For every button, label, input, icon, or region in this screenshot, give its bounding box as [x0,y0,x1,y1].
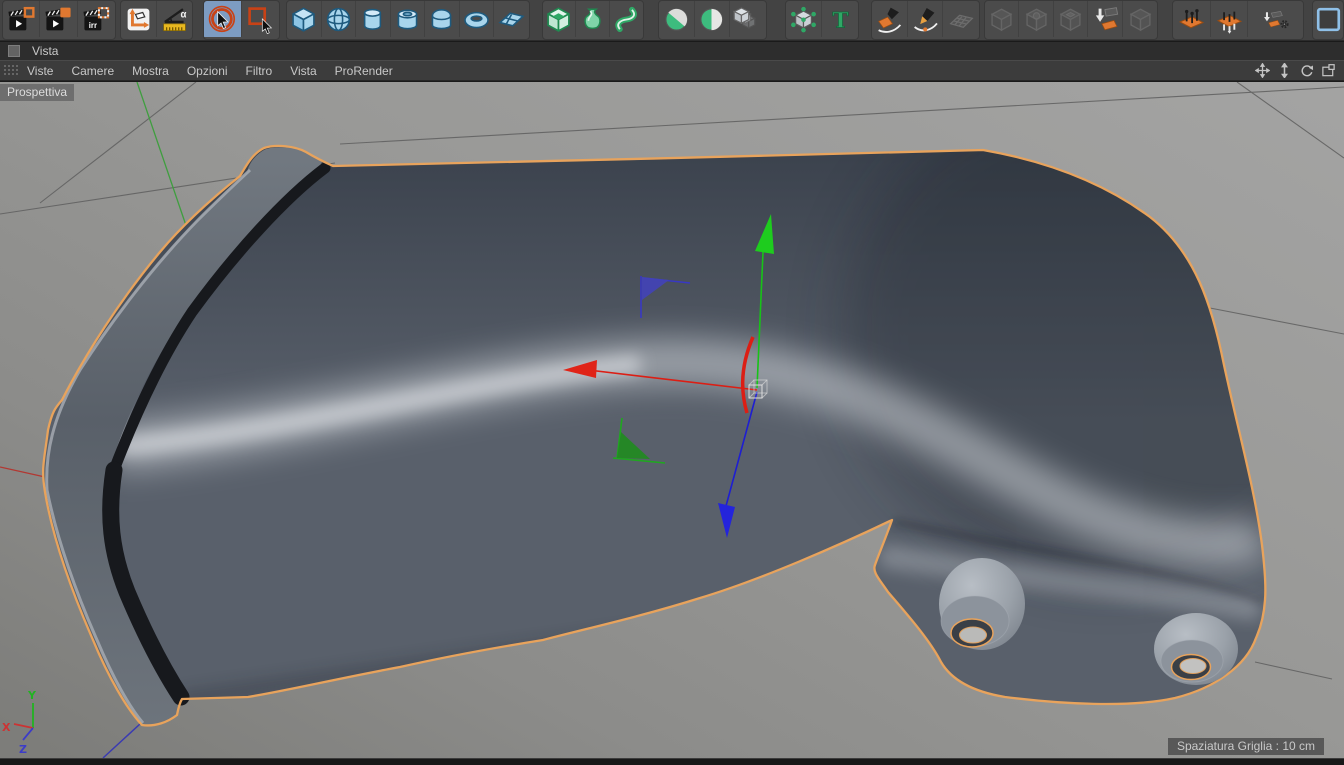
scatter-group [1172,0,1305,40]
camera-view-label[interactable]: Prospettiva [0,84,75,101]
drag-grip-icon[interactable] [3,64,19,77]
modeling-generator-group [658,0,767,40]
selection-group [203,0,281,40]
menu-prorender[interactable]: ProRender [335,64,393,78]
array-icon[interactable] [730,1,765,37]
rotate-icon[interactable] [1299,63,1314,78]
scatter-objects-icon[interactable] [1211,1,1249,37]
axis-z-label: Z [19,743,27,756]
generator-group [541,0,645,40]
oil-tank-primitive-icon[interactable] [425,1,460,37]
primitive-group [286,0,530,40]
rectangle-selection-icon[interactable] [242,1,279,37]
subdivision-surface-icon[interactable] [543,1,577,37]
axis-y-label: Y [27,689,37,702]
cube-primitive-icon[interactable] [287,1,322,37]
panel-title-label: Vista [32,44,59,58]
window-bottom-edge [0,758,1344,765]
volume-cube-icon[interactable] [1054,1,1089,37]
spline-grid-icon[interactable] [943,1,978,37]
workplane-icon[interactable] [121,1,157,37]
viewport-menubar: Viste Camere Mostra Opzioni Filtro Vista… [0,60,1344,81]
svg-text:T: T [832,8,848,33]
svg-text:α: α [181,9,187,20]
symmetry-icon[interactable] [695,1,731,37]
menu-viste[interactable]: Viste [27,64,53,78]
plane-primitive-icon[interactable] [494,1,528,37]
tube-primitive-icon[interactable] [391,1,426,37]
volume-builder-icon[interactable] [985,1,1020,37]
menu-mostra[interactable]: Mostra [132,64,169,78]
panel-square-icon[interactable] [8,45,20,57]
atom-array-icon[interactable] [786,1,823,37]
maximize-view-icon[interactable] [1321,63,1336,78]
main-toolbar: irr α T [0,0,1344,41]
effect-group: T [784,0,860,40]
menu-camere[interactable]: Camere [71,64,114,78]
screw-boss-left [939,558,1025,650]
cylinder-primitive-icon[interactable] [356,1,391,37]
pan-icon[interactable] [1255,63,1270,78]
measure-icon[interactable]: α [157,1,192,37]
spline-tools-group [871,0,980,40]
layout-square-icon[interactable] [1313,1,1343,37]
volume-mesher-icon[interactable] [1088,1,1123,37]
viewport-3d[interactable]: Y X Z Prospettiva Spaziatura Griglia : 1… [0,82,1344,759]
viewport-nav-controls [1255,63,1344,78]
remesh-gear-icon[interactable] [1248,1,1303,37]
screw-boss-right [1154,613,1238,685]
render-view-icon[interactable] [3,1,41,37]
render-group: irr [2,0,117,40]
torus-primitive-icon[interactable] [460,1,495,37]
boole-icon[interactable] [659,1,695,37]
svg-text:irr: irr [89,20,97,29]
viewport-panel-titlebar: Vista [0,42,1344,60]
menu-opzioni[interactable]: Opzioni [187,64,228,78]
scene-canvas[interactable]: Y X Z [0,82,1344,759]
menu-vista[interactable]: Vista [290,64,316,78]
menu-filtro[interactable]: Filtro [246,64,273,78]
lathe-icon[interactable] [576,1,610,37]
volume-cache-icon[interactable] [1123,1,1157,37]
spline-sketch-icon[interactable] [908,1,944,37]
sweep-icon[interactable] [610,1,643,37]
volume-group [983,0,1159,40]
motext-icon[interactable]: T [822,1,858,37]
layout-group [1312,0,1344,40]
volume-sphere-icon[interactable] [1019,1,1054,37]
grid-spacing-status: Spaziatura Griglia : 10 cm [1167,738,1324,755]
live-selection-icon[interactable] [204,1,242,37]
coordinate-group: α [120,0,194,40]
spline-pen-icon[interactable] [872,1,908,37]
render-to-picture-viewer-icon[interactable] [40,1,78,37]
sphere-primitive-icon[interactable] [322,1,357,37]
zoom-icon[interactable] [1277,63,1292,78]
place-objects-icon[interactable] [1173,1,1211,37]
interactive-render-region-icon[interactable]: irr [78,1,115,37]
axis-x-label: X [2,721,11,734]
